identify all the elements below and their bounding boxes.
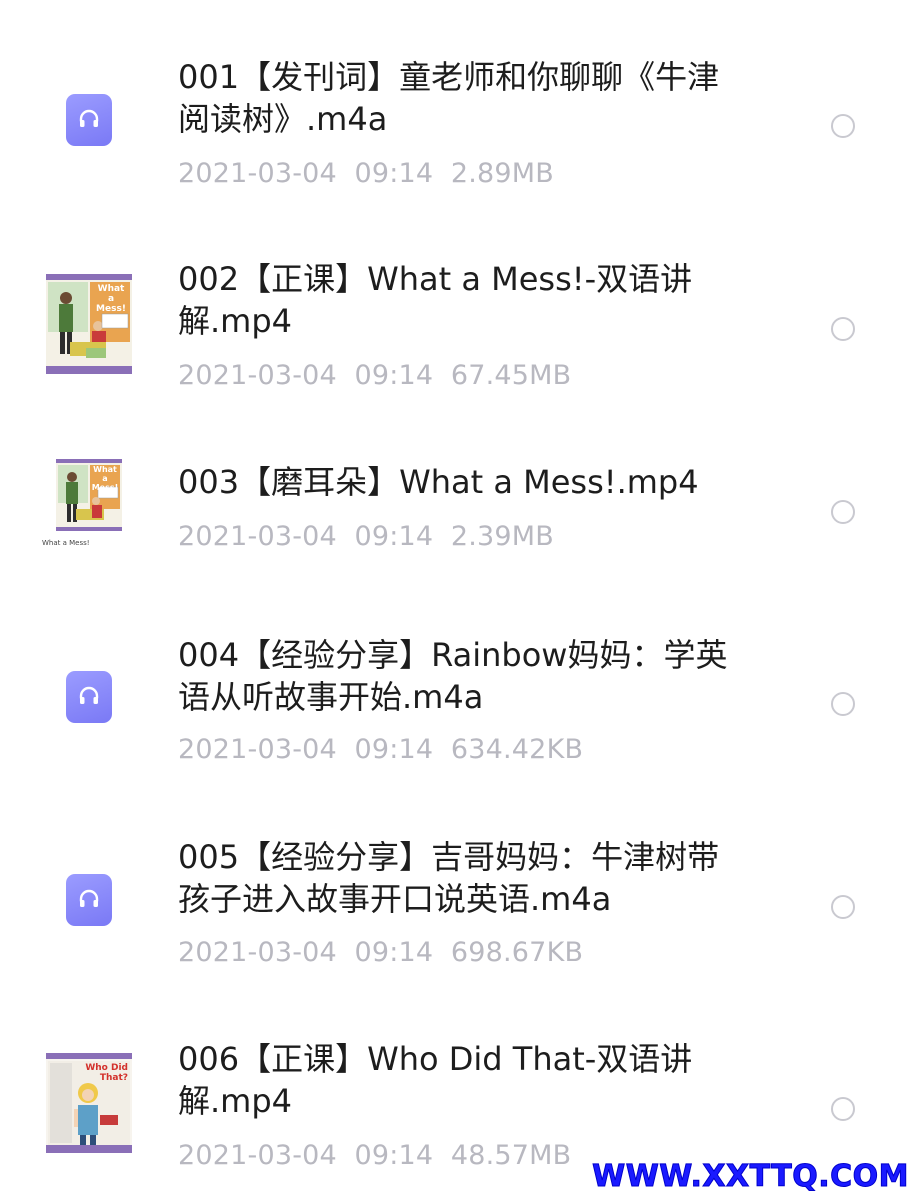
watermark: WWW.XXTTQ.COM <box>592 1159 909 1195</box>
file-list: 001【发刊词】童老师和你聊聊《牛津 阅读树》.m4a 2021-03-04 0… <box>0 0 915 1200</box>
book-caption: What a Mess! <box>42 539 90 547</box>
audio-file-icon <box>66 874 112 926</box>
file-title: 006【正课】Who Did That-双语讲 解.mp4 <box>178 1040 693 1120</box>
file-time: 09:14 <box>354 521 434 552</box>
select-radio[interactable] <box>831 500 855 524</box>
file-date: 2021-03-04 <box>178 360 337 391</box>
select-radio[interactable] <box>831 1097 855 1121</box>
book-cover-image <box>40 457 138 547</box>
file-size: 698.67KB <box>450 937 584 968</box>
file-size: 2.39MB <box>450 521 555 552</box>
file-date: 2021-03-04 <box>178 521 337 552</box>
file-size: 48.57MB <box>450 1140 572 1171</box>
file-size: 634.42KB <box>450 734 584 765</box>
file-time: 09:14 <box>354 360 434 391</box>
list-item[interactable]: What a Mess! 002【正课】What a Mess!-双语讲 解.m… <box>0 200 915 405</box>
file-title: 001【发刊词】童老师和你聊聊《牛津 阅读树》.m4a <box>178 58 720 138</box>
file-size: 2.89MB <box>450 158 555 189</box>
book-cover-title: What a Mess! <box>96 284 126 314</box>
file-meta: 2021-03-04 09:14 2.89MB <box>178 158 554 190</box>
file-meta: 2021-03-04 09:14 2.39MB <box>178 521 554 553</box>
file-title: 002【正课】What a Mess!-双语讲 解.mp4 <box>178 260 693 340</box>
file-time: 09:14 <box>354 937 434 968</box>
file-date: 2021-03-04 <box>178 937 337 968</box>
select-radio[interactable] <box>831 114 855 138</box>
file-date: 2021-03-04 <box>178 1140 337 1171</box>
audio-file-icon <box>66 671 112 723</box>
book-cover-thumbnail: What a Mess! <box>46 274 132 374</box>
file-meta: 2021-03-04 09:14 698.67KB <box>178 937 583 969</box>
file-size: 67.45MB <box>450 360 572 391</box>
list-item[interactable]: 001【发刊词】童老师和你聊聊《牛津 阅读树》.m4a 2021-03-04 0… <box>0 0 915 200</box>
audio-file-icon <box>66 94 112 146</box>
file-time: 09:14 <box>354 734 434 765</box>
headphones-icon <box>79 686 99 704</box>
file-time: 09:14 <box>354 1140 434 1171</box>
select-radio[interactable] <box>831 317 855 341</box>
file-title: 003【磨耳朵】What a Mess!.mp4 <box>178 463 699 501</box>
file-meta: 2021-03-04 09:14 48.57MB <box>178 1140 571 1172</box>
book-cover-thumbnail: What a Mess! What a Mess! <box>40 457 138 547</box>
list-item[interactable]: 004【经验分享】Rainbow妈妈：学英 语从听故事开始.m4a 2021-0… <box>0 585 915 800</box>
headphones-icon <box>79 889 99 907</box>
file-meta: 2021-03-04 09:14 634.42KB <box>178 734 583 766</box>
list-item[interactable]: What a Mess! What a Mess! 003【磨耳朵】What a… <box>0 405 915 585</box>
select-radio[interactable] <box>831 692 855 716</box>
book-cover-thumbnail: Who Did That? <box>46 1053 132 1153</box>
file-date: 2021-03-04 <box>178 734 337 765</box>
list-item[interactable]: 005【经验分享】吉哥妈妈：牛津树带 孩子进入故事开口说英语.m4a 2021-… <box>0 800 915 1005</box>
file-meta: 2021-03-04 09:14 67.45MB <box>178 360 571 392</box>
file-date: 2021-03-04 <box>178 158 337 189</box>
select-radio[interactable] <box>831 895 855 919</box>
file-title: 004【经验分享】Rainbow妈妈：学英 语从听故事开始.m4a <box>178 636 728 716</box>
book-cover-title: What a Mess! <box>91 465 119 492</box>
file-time: 09:14 <box>354 158 434 189</box>
file-title: 005【经验分享】吉哥妈妈：牛津树带 孩子进入故事开口说英语.m4a <box>178 838 720 918</box>
headphones-icon <box>79 109 99 127</box>
book-cover-title: Who Did That? <box>85 1063 128 1083</box>
